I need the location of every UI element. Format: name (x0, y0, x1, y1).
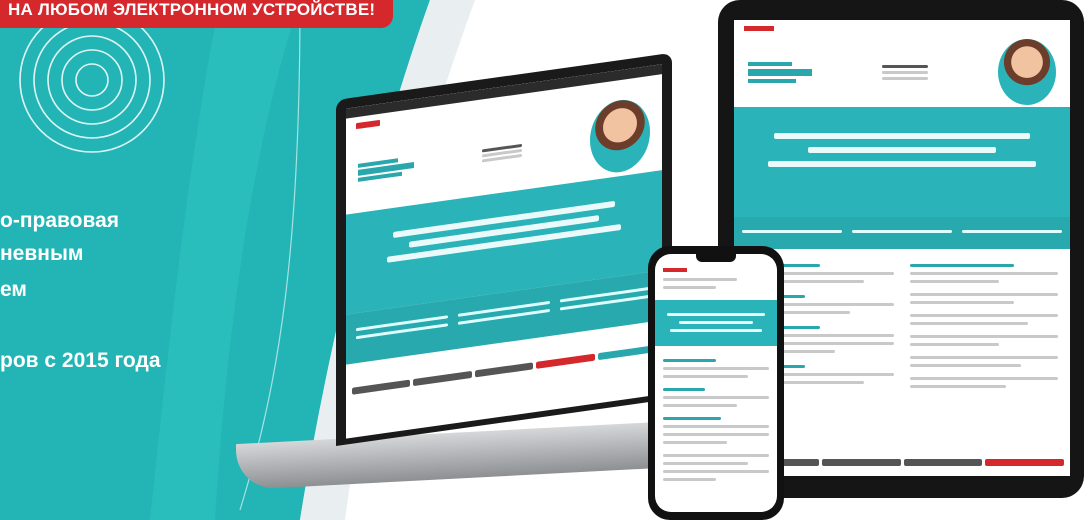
phone-content (655, 346, 777, 494)
feature-line-1: о-правовая (0, 209, 120, 232)
tablet-display (734, 20, 1070, 476)
site-logo-icon (356, 119, 380, 130)
magazine-logo (358, 154, 414, 184)
author-caption (482, 141, 522, 164)
tablet-hero-header (734, 37, 1070, 107)
tablet-content (734, 249, 1070, 403)
toolbar-button[interactable] (903, 459, 983, 466)
tablet-bottom-toolbar (734, 455, 1070, 470)
site-logo-icon (744, 26, 774, 31)
toolbar-button-active[interactable] (985, 459, 1064, 466)
author-avatar (998, 39, 1056, 105)
promo-ribbon: НА ЛЮБОМ ЭЛЕКТРОННОМ УСТРОЙСТВЕ! (0, 0, 394, 28)
toolbar-button[interactable] (352, 379, 411, 395)
author-avatar (590, 95, 650, 177)
tablet-title-block (734, 107, 1070, 217)
tablet-top-bar (734, 20, 1070, 37)
phone (648, 246, 784, 520)
phone-display (655, 254, 777, 512)
toolbar-button[interactable] (821, 459, 901, 466)
tablet-column-right (910, 259, 1058, 393)
feature-line-4: ров с 2015 года (0, 349, 161, 372)
author-caption (882, 62, 928, 83)
phone-title-block (655, 300, 777, 346)
feature-line-2: невным (0, 242, 84, 265)
laptop (336, 52, 672, 446)
phone-notch (696, 254, 736, 262)
feature-line-3: ем (0, 278, 27, 301)
toolbar-button[interactable] (474, 362, 534, 378)
tablet-subnav (734, 217, 1070, 249)
toolbar-button[interactable] (413, 370, 472, 387)
phone-header (655, 262, 777, 300)
laptop-display (346, 64, 662, 439)
toolbar-button-active[interactable] (536, 353, 595, 369)
magazine-logo (748, 59, 812, 86)
